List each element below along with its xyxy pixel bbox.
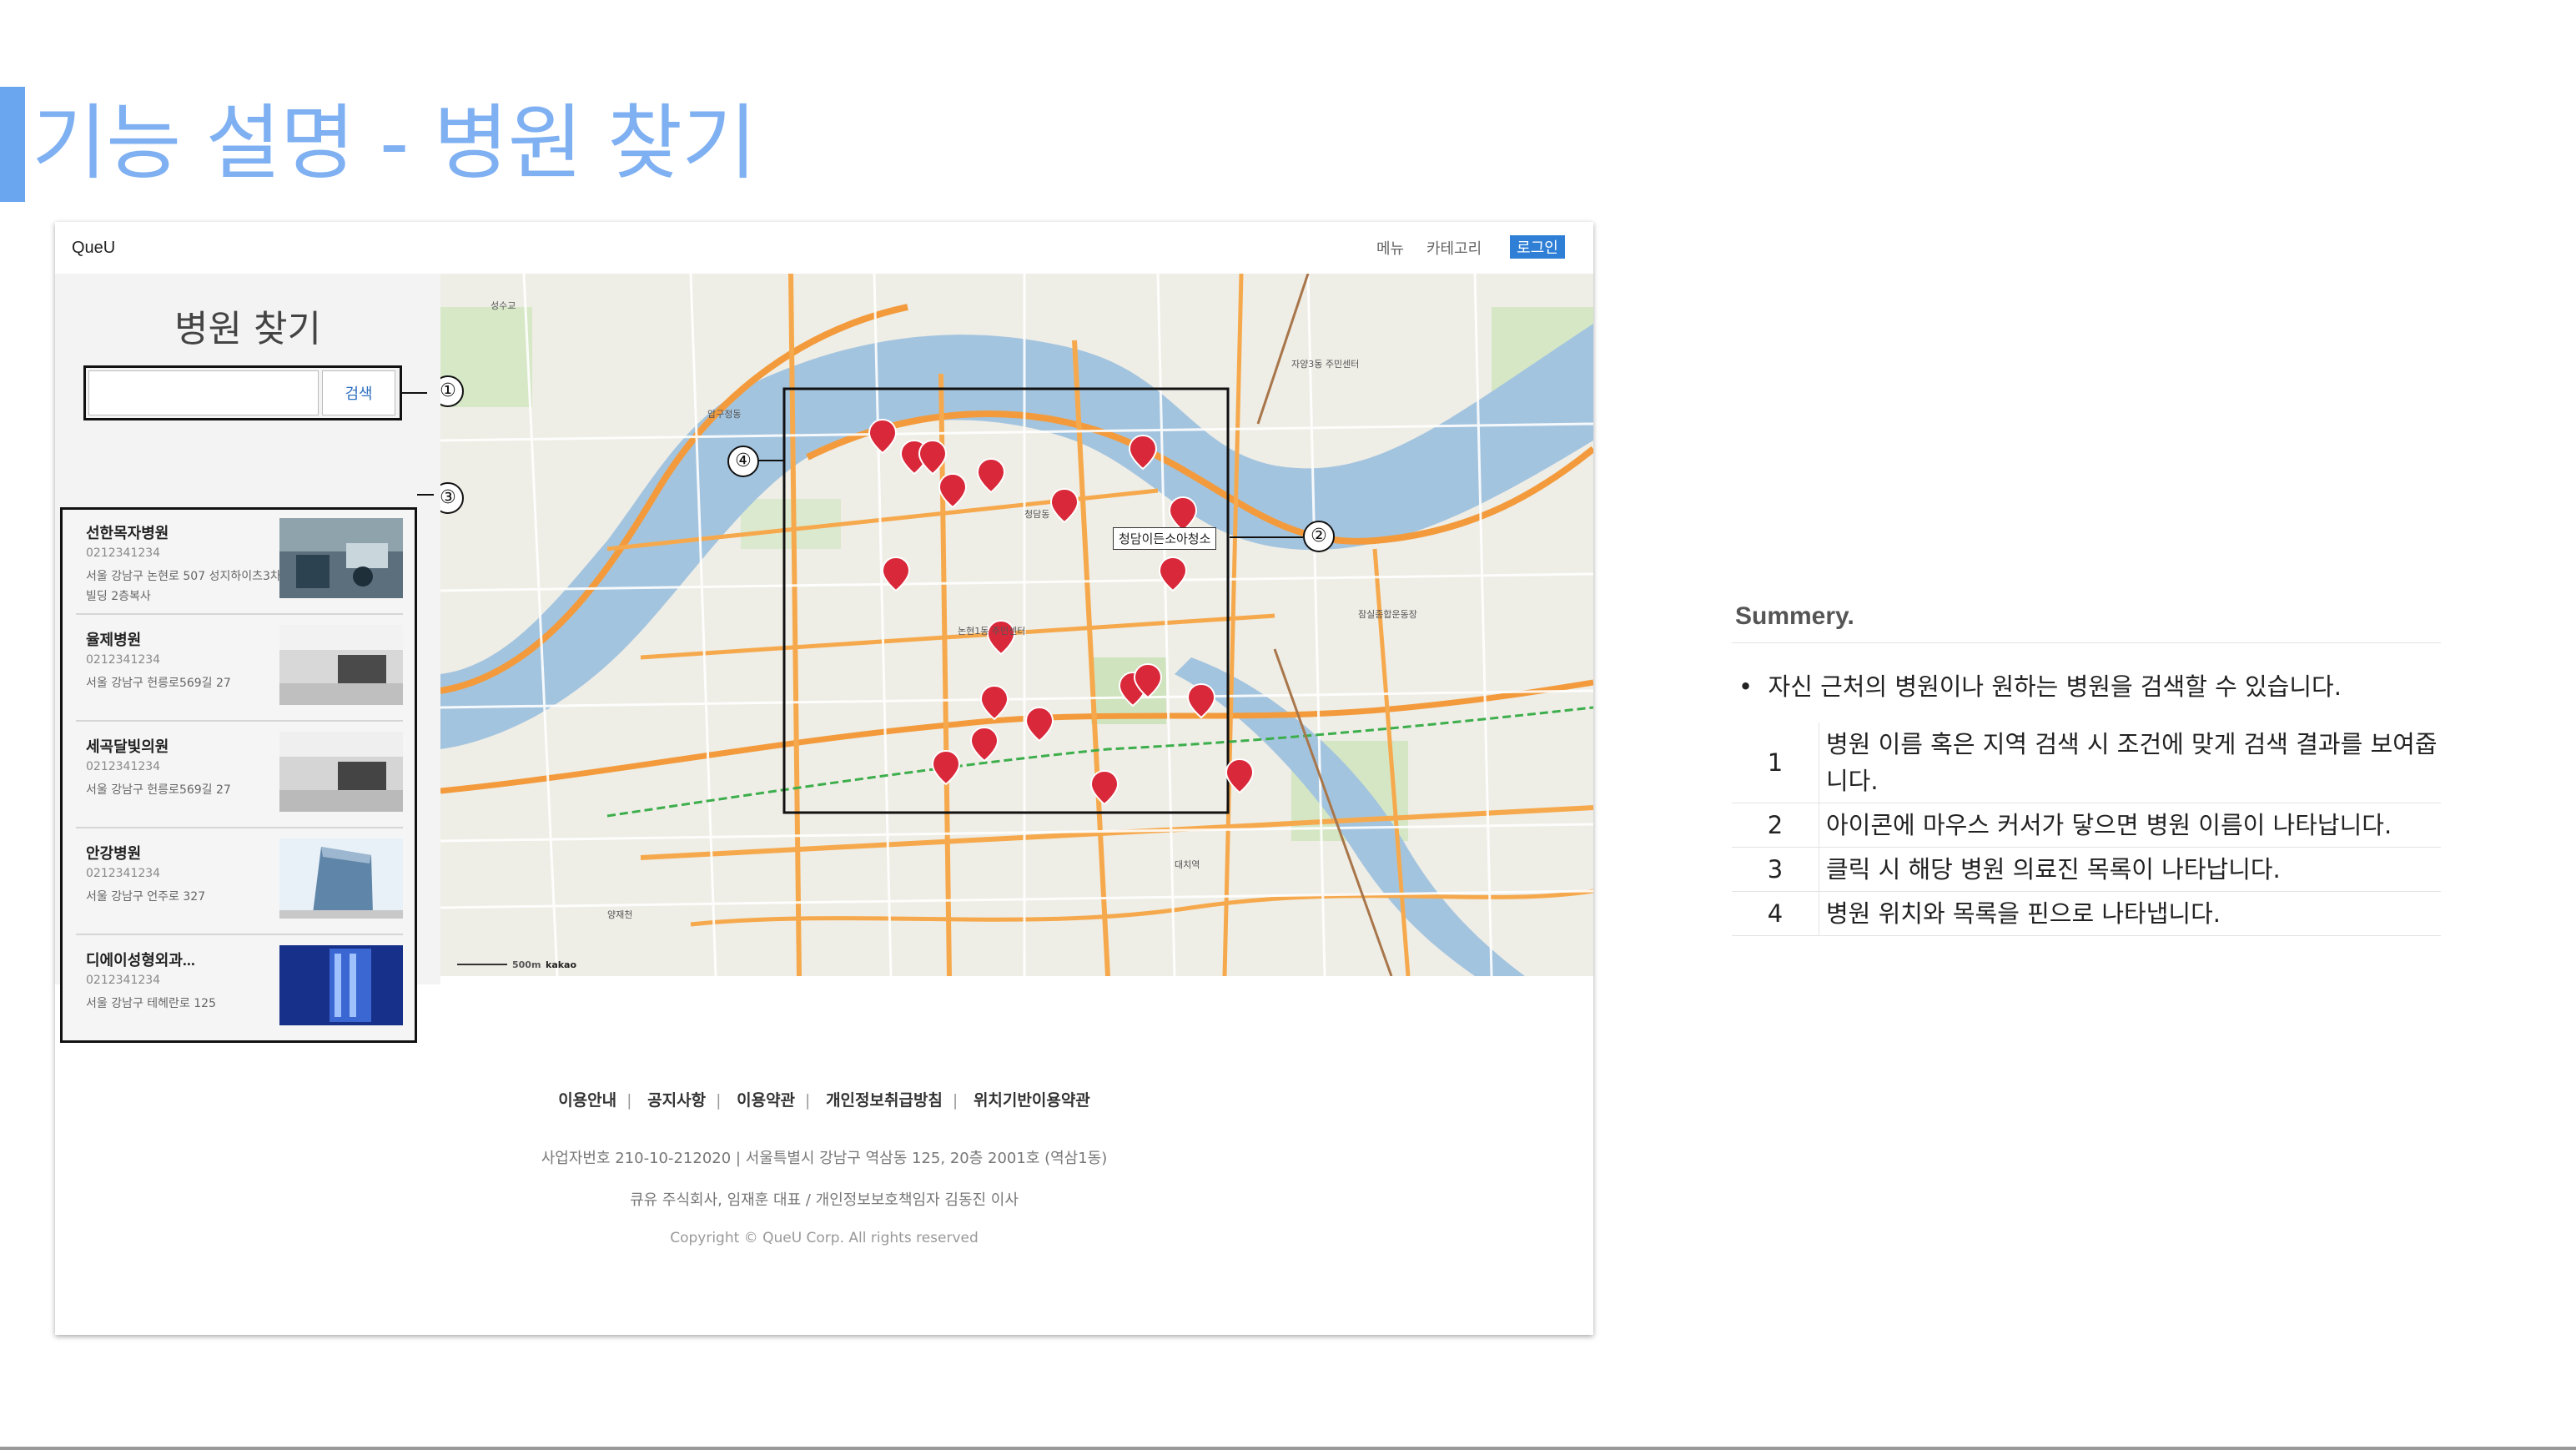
hospital-map[interactable]: 성수교 압구정동 청담동 논현1동 주민센터 잠실종합운동장 자양3동 주민센터… <box>440 274 1593 976</box>
table-row: 4 병원 위치와 목록을 핀으로 나타냅니다. <box>1732 891 2441 936</box>
hospital-photo <box>279 625 403 705</box>
hospital-address: 서울 강남구 논현로 507 성지하이츠3차빌딩 2층복사 <box>86 570 281 603</box>
footer-links: 이용안내 | 공지사항 | 이용약관 | 개인정보취급방침 | 위치기반이용약관 <box>55 1088 1593 1110</box>
map-provider-logo: kakao <box>546 959 577 970</box>
hospital-photo <box>279 518 403 598</box>
search-sidebar: 병원 찾기 검색 선한목자병원 0212341234 서울 강남구 논현로 50… <box>55 274 440 1043</box>
callout-3-leader <box>417 494 434 496</box>
footer-business-info: 사업자번호 210-10-212020 | 서울특별시 강남구 역삼동 125,… <box>541 1150 1108 1167</box>
hospital-name: 율제병원 <box>86 632 142 648</box>
top-nav: QueU 메뉴 카테고리 로그인 <box>55 222 1593 274</box>
footer-link-privacy[interactable]: 개인정보취급방침 <box>826 1091 943 1110</box>
hospital-address: 서울 강남구 헌릉로569길 27 <box>86 783 231 797</box>
map-label: 성수교 <box>491 300 516 311</box>
row-number: 3 <box>1732 847 1819 892</box>
hospital-photo <box>279 945 403 1025</box>
row-text: 클릭 시 해당 병원 의료진 목록이 나타납니다. <box>1819 847 2441 892</box>
footer-separator: | <box>952 1091 958 1110</box>
sidebar-title: 병원 찾기 <box>174 308 321 350</box>
summary-title: Summery. <box>1735 602 1854 630</box>
title-accent-bar <box>0 87 25 202</box>
map-label: 대치역 <box>1175 859 1200 870</box>
hospital-phone: 0212341234 <box>86 546 161 560</box>
summary-table: 1 병원 이름 혹은 지역 검색 시 조건에 맞게 검색 결과를 보여줍니다. … <box>1732 722 2441 936</box>
app-screenshot: QueU 메뉴 카테고리 로그인 병원 찾기 검색 선한목자병원 0212341… <box>55 222 1593 1335</box>
login-button[interactable]: 로그인 <box>1510 235 1565 259</box>
row-number: 1 <box>1732 722 1819 803</box>
hospital-phone: 0212341234 <box>86 867 161 880</box>
callout-1-leader <box>402 392 427 394</box>
map-label: 압구정동 <box>707 409 742 420</box>
footer-link-location-terms[interactable]: 위치기반이용약관 <box>974 1091 1090 1110</box>
hospital-phone: 0212341234 <box>86 760 161 773</box>
footer-link-guide[interactable]: 이용안내 <box>558 1091 616 1110</box>
footer-separator: | <box>805 1091 811 1110</box>
search-button[interactable]: 검색 <box>322 370 395 415</box>
hospital-name: 안강병원 <box>86 845 142 862</box>
search-input[interactable] <box>88 370 319 415</box>
summary-divider <box>1732 642 2441 643</box>
map-label: 청담동 <box>1024 509 1050 520</box>
list-item[interactable]: 안강병원 0212341234 서울 강남구 언주로 327 <box>76 830 403 935</box>
map-label: 잠실종합운동장 <box>1358 609 1417 620</box>
map-label: 양재천 <box>607 909 633 920</box>
table-row: 3 클릭 시 해당 병원 의료진 목록이 나타납니다. <box>1732 847 2441 892</box>
callout-4: ④ <box>727 446 759 477</box>
footer-link-notice[interactable]: 공지사항 <box>647 1091 706 1110</box>
footer-copyright: Copyright © QueU Corp. All rights reserv… <box>670 1230 979 1246</box>
map-scale-label: 500m <box>512 959 541 970</box>
list-item[interactable]: 선한목자병원 0212341234 서울 강남구 논현로 507 성지하이츠3차… <box>76 510 403 615</box>
row-text: 병원 이름 혹은 지역 검색 시 조건에 맞게 검색 결과를 보여줍니다. <box>1819 722 2441 803</box>
list-item[interactable]: 디에이성형외과... 0212341234 서울 강남구 테헤란로 125 <box>76 937 403 1040</box>
row-text: 아이콘에 마우스 커서가 닿으면 병원 이름이 나타납니다. <box>1819 803 2441 848</box>
row-text: 병원 위치와 목록을 핀으로 나타냅니다. <box>1819 891 2441 936</box>
table-row: 2 아이콘에 마우스 커서가 닿으면 병원 이름이 나타납니다. <box>1732 803 2441 848</box>
hospital-name: 선한목자병원 <box>86 525 169 541</box>
map-label: 논현1동 주민센터 <box>958 626 1026 637</box>
nav-category-link[interactable]: 카테고리 <box>1426 237 1482 259</box>
hospital-phone: 0212341234 <box>86 653 161 667</box>
brand-logo[interactable]: QueU <box>72 239 115 258</box>
nav-menu-link[interactable]: 메뉴 <box>1376 237 1404 259</box>
row-number: 4 <box>1732 891 1819 936</box>
callout-2: ② <box>1303 521 1335 552</box>
list-item[interactable]: 세곡달빛의원 0212341234 서울 강남구 헌릉로569길 27 <box>76 723 403 828</box>
hospital-photo <box>279 838 403 919</box>
hospital-photo <box>279 732 403 812</box>
footer-separator: | <box>716 1091 722 1110</box>
summary-bullet-text: 자신 근처의 병원이나 원하는 병원을 검색할 수 있습니다. <box>1768 672 2342 701</box>
footer-company-info: 큐유 주식회사, 임재훈 대표 / 개인정보보호책임자 김동진 이사 <box>630 1191 1019 1209</box>
map-label: 자양3동 주민센터 <box>1291 359 1360 370</box>
row-number: 2 <box>1732 803 1819 848</box>
table-row: 1 병원 이름 혹은 지역 검색 시 조건에 맞게 검색 결과를 보여줍니다. <box>1732 722 2441 803</box>
pin-tooltip: 청담이든소아청소 <box>1113 527 1217 550</box>
hospital-list: 선한목자병원 0212341234 서울 강남구 논현로 507 성지하이츠3차… <box>60 507 417 1043</box>
bottom-divider <box>0 1447 2576 1450</box>
hospital-name: 디에이성형외과... <box>86 952 195 969</box>
list-item[interactable]: 율제병원 0212341234 서울 강남구 헌릉로569길 27 <box>76 617 403 722</box>
footer-separator: | <box>626 1091 632 1110</box>
footer-link-terms[interactable]: 이용약관 <box>737 1091 795 1110</box>
summary-bullet: • 자신 근처의 병원이나 원하는 병원을 검색할 수 있습니다. <box>1738 672 2342 701</box>
hospital-name: 세곡달빛의원 <box>86 738 169 755</box>
hospital-address: 서울 강남구 테헤란로 125 <box>86 997 216 1010</box>
hospital-address: 서울 강남구 언주로 327 <box>86 890 206 904</box>
hospital-address: 서울 강남구 헌릉로569길 27 <box>86 677 231 690</box>
slide-title: 기능 설명 - 병원 찾기 <box>32 96 757 191</box>
hospital-phone: 0212341234 <box>86 974 161 987</box>
